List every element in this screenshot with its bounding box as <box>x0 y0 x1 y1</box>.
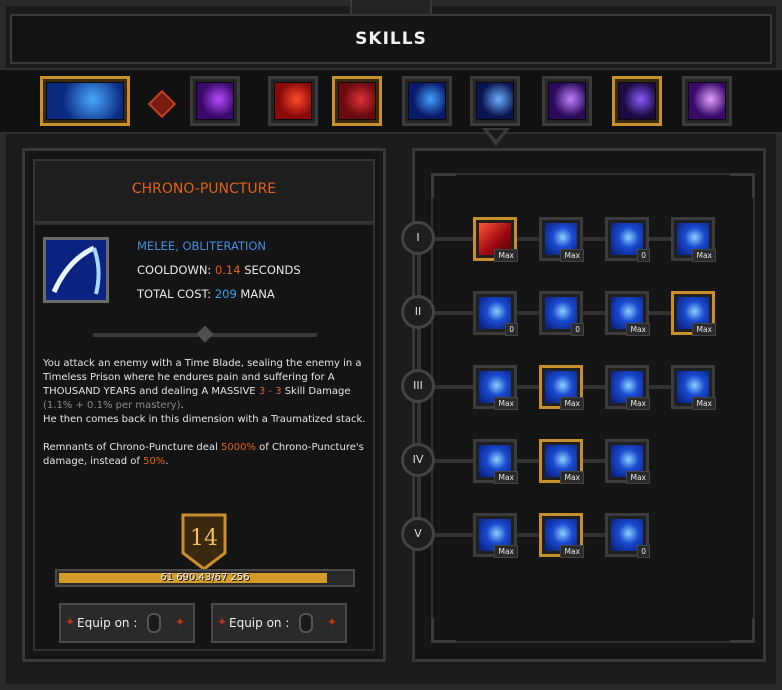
skill-node[interactable]: Max <box>539 217 584 262</box>
comet-icon <box>46 82 124 120</box>
violet-moon-icon <box>618 82 656 120</box>
equip-ornament-icon: ✦ <box>327 615 338 629</box>
node-level: Max <box>494 249 518 262</box>
tier-label: III <box>401 369 435 403</box>
red-tome-icon <box>338 82 376 120</box>
skill-node[interactable]: 0 <box>605 513 650 558</box>
skill-tab[interactable] <box>268 76 318 126</box>
skill-node[interactable]: Max <box>539 513 584 558</box>
node-level: Max <box>692 323 716 336</box>
level-badge: 14 <box>181 513 227 571</box>
cooldown-line: COOLDOWN: 0.14 SECONDS <box>137 263 301 277</box>
node-level: Max <box>494 545 518 558</box>
cost-line: TOTAL COST: 209 MANA <box>137 287 275 301</box>
node-level: Max <box>692 397 716 410</box>
skill-node[interactable]: Max <box>539 365 584 410</box>
skill-node[interactable]: 0 <box>473 291 518 336</box>
skill-node[interactable]: Max <box>605 365 650 410</box>
node-level: Max <box>626 323 650 336</box>
skill-tab[interactable] <box>542 76 592 126</box>
diamond-separator-icon <box>147 89 177 119</box>
skill-node[interactable]: Max <box>671 365 716 410</box>
equip-label: Equip on : <box>77 616 138 630</box>
node-level: Max <box>692 249 716 262</box>
xp-text: 61 690.43/67 256 <box>160 572 250 583</box>
skill-level: 14 <box>190 526 218 551</box>
node-level: 0 <box>571 323 584 336</box>
equip-ornament-icon: ✦ <box>175 615 186 629</box>
skill-node[interactable]: Max <box>671 291 716 336</box>
node-level: Max <box>494 397 518 410</box>
skill-tab[interactable] <box>612 76 662 126</box>
equip-button-left[interactable]: ✦ Equip on : ✦ <box>59 603 195 643</box>
node-level: Max <box>560 545 584 558</box>
skill-node[interactable]: Max <box>605 291 650 336</box>
node-level: 0 <box>637 249 650 262</box>
tier-label: V <box>401 517 435 551</box>
tree-connector <box>435 533 615 537</box>
skill-detail-panel: CHRONO-PUNCTURE MELEE, OBLITERATION COOL… <box>22 148 386 662</box>
node-level: 0 <box>505 323 518 336</box>
node-level: 0 <box>637 545 650 558</box>
tier-label: II <box>401 295 435 329</box>
tier-label: IV <box>401 443 435 477</box>
node-level: Max <box>560 397 584 410</box>
xp-bar: 61 690.43/67 256 <box>55 569 355 587</box>
node-level: Max <box>560 249 584 262</box>
skill-node[interactable]: 0 <box>605 217 650 262</box>
skill-tab[interactable] <box>40 76 130 126</box>
equip-label: Equip on : <box>229 616 290 630</box>
skill-tab[interactable] <box>402 76 452 126</box>
node-level: Max <box>626 397 650 410</box>
skill-tab[interactable] <box>470 76 520 126</box>
skill-node[interactable]: Max <box>539 439 584 484</box>
skill-tags: MELEE, OBLITERATION <box>137 239 267 253</box>
mouse-icon <box>299 613 313 633</box>
mouse-icon <box>147 613 161 633</box>
title-bar: SKILLS <box>10 14 772 64</box>
skill-node[interactable]: Max <box>473 439 518 484</box>
tier-label: I <box>401 221 435 255</box>
skill-node[interactable]: Max <box>605 439 650 484</box>
skill-node[interactable]: Max <box>473 513 518 558</box>
window-title: SKILLS <box>355 29 427 49</box>
red-slash-icon <box>274 82 312 120</box>
chrono-puncture-icon <box>43 237 109 303</box>
skill-node[interactable]: Max <box>671 217 716 262</box>
purple-blade-icon <box>196 82 234 120</box>
blue-ring-icon <box>408 82 446 120</box>
tree-connector <box>435 459 615 463</box>
node-level: Max <box>494 471 518 484</box>
skill-description: You attack an enemy with a Time Blade, s… <box>43 358 366 467</box>
node-level: Max <box>560 471 584 484</box>
skill-tab[interactable] <box>190 76 240 126</box>
skill-header: CHRONO-PUNCTURE <box>33 159 375 223</box>
skill-node[interactable]: Max <box>473 217 518 262</box>
chevron-down-icon <box>482 128 510 146</box>
divider <box>93 325 317 343</box>
equip-button-right[interactable]: ✦ Equip on : ✦ <box>211 603 347 643</box>
skill-tree-panel: I Max Max 0 Max II 0 0 Max Max III Max Max Max Max IV Ma… <box>401 148 769 665</box>
node-level: Max <box>626 471 650 484</box>
purple-crescent-icon <box>548 82 586 120</box>
skill-tab[interactable] <box>332 76 382 126</box>
skill-tab-row <box>0 68 782 134</box>
skill-tab[interactable] <box>682 76 732 126</box>
skill-tree: I Max Max 0 Max II 0 0 Max Max III Max Max Max Max IV Ma… <box>401 151 769 665</box>
skill-node[interactable]: Max <box>473 365 518 410</box>
blue-arc-icon <box>476 82 514 120</box>
violet-orb-icon <box>688 82 726 120</box>
skill-node[interactable]: 0 <box>539 291 584 336</box>
skill-name: CHRONO-PUNCTURE <box>131 181 277 197</box>
